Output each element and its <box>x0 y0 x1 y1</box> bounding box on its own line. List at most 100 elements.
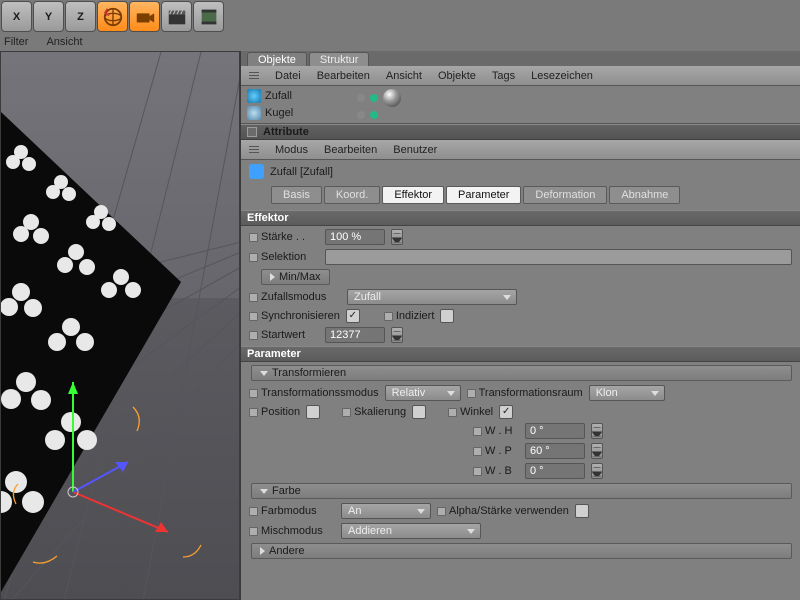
transformieren-group[interactable]: Transformieren <box>251 365 792 381</box>
axis-x-button[interactable]: X <box>1 1 32 32</box>
mischmodus-combo[interactable]: Addieren <box>341 523 481 539</box>
enable-dot-icon[interactable] <box>370 94 378 102</box>
skalierung-checkbox[interactable] <box>412 405 426 419</box>
position-checkbox[interactable] <box>306 405 320 419</box>
material-tag-icon[interactable] <box>383 89 401 107</box>
tree-label: Zufall <box>265 90 292 102</box>
minmax-group[interactable]: Min/Max <box>261 269 330 285</box>
tab-parameter[interactable]: Parameter <box>446 186 521 204</box>
mischmodus-label: Mischmodus <box>249 525 335 537</box>
tab-struktur[interactable]: Struktur <box>309 52 370 66</box>
menu-bearbeiten2[interactable]: Bearbeiten <box>324 144 377 156</box>
farbmodus-combo[interactable]: An <box>341 503 431 519</box>
transmodus-combo[interactable]: Relativ <box>385 385 461 401</box>
sphere-icon <box>247 106 261 120</box>
film-button[interactable] <box>193 1 224 32</box>
film-icon <box>198 6 220 28</box>
wb-label: W . B <box>473 465 519 477</box>
section-parameter: Parameter <box>241 346 800 362</box>
tree-item-zufall[interactable]: Zufall <box>247 89 345 103</box>
zufallsmodus-label: Zufallsmodus <box>249 291 341 303</box>
alpha-label: Alpha/Stärke verwenden <box>437 505 569 517</box>
attribute-title-label: Attribute <box>263 126 309 138</box>
world-toggle-button[interactable] <box>97 1 128 32</box>
farbmodus-label: Farbmodus <box>249 505 335 517</box>
alpha-checkbox[interactable] <box>575 504 589 518</box>
viewport-toolbar: X Y Z <box>0 0 800 33</box>
skalierung-label: Skalierung <box>342 406 406 418</box>
synchronisieren-label: Synchronisieren <box>249 310 340 322</box>
object-manager-menubar: Datei Bearbeiten Ansicht Objekte Tags Le… <box>241 66 800 86</box>
startwert-field[interactable]: 12377 <box>325 327 385 343</box>
transraum-combo[interactable]: Klon <box>589 385 665 401</box>
manager-tabs: Objekte Struktur <box>241 51 800 66</box>
menu-bearbeiten[interactable]: Bearbeiten <box>317 70 370 82</box>
transmodus-label: Transformationssmodus <box>249 387 379 399</box>
menu-lesezeichen[interactable]: Lesezeichen <box>531 70 593 82</box>
zufallsmodus-combo[interactable]: Zufall <box>347 289 517 305</box>
tab-objekte[interactable]: Objekte <box>247 52 307 66</box>
startwert-label: Startwert <box>249 329 319 341</box>
clapper-icon <box>166 6 188 28</box>
axis-y-button[interactable]: Y <box>33 1 64 32</box>
axis-z-button[interactable]: Z <box>65 1 96 32</box>
staerke-spinner[interactable] <box>391 229 403 245</box>
wh-label: W . H <box>473 425 519 437</box>
selektion-field[interactable] <box>325 249 792 265</box>
startwert-spinner[interactable] <box>391 327 403 343</box>
3d-viewport[interactable] <box>0 51 240 600</box>
clapper-button[interactable] <box>161 1 192 32</box>
farbe-group[interactable]: Farbe <box>251 483 792 499</box>
tab-effektor[interactable]: Effektor <box>382 186 444 204</box>
wp-field[interactable]: 60 ° <box>525 443 585 459</box>
grip-icon <box>249 146 259 153</box>
tab-basis[interactable]: Basis <box>271 186 322 204</box>
attribute-mode-tabs: Basis Koord. Effektor Parameter Deformat… <box>241 183 800 210</box>
layer-dot-icon[interactable] <box>357 94 365 102</box>
wh-spinner[interactable] <box>591 423 603 439</box>
attribute-panel-title: Attribute <box>241 124 800 140</box>
synchronisieren-checkbox[interactable] <box>346 309 360 323</box>
wb-spinner[interactable] <box>591 463 603 479</box>
indiziert-label: Indiziert <box>384 310 435 322</box>
menu-modus[interactable]: Modus <box>275 144 308 156</box>
globe-icon <box>102 6 124 28</box>
attribute-object-header: Zufall [Zufall] <box>241 160 800 183</box>
ansicht-menu[interactable]: Ansicht <box>46 36 82 48</box>
wh-field[interactable]: 0 ° <box>525 423 585 439</box>
object-tree: Zufall Kugel <box>241 86 800 124</box>
grip-icon <box>249 72 259 79</box>
tag-row <box>357 111 794 119</box>
staerke-label: Stärke . . <box>249 231 319 243</box>
tab-abnahme[interactable]: Abnahme <box>609 186 680 204</box>
section-effektor: Effektor <box>241 210 800 226</box>
menu-objekte[interactable]: Objekte <box>438 70 476 82</box>
camera-button[interactable] <box>129 1 160 32</box>
filter-menu[interactable]: Filter <box>4 36 28 48</box>
viewport-subtoolbar: Filter Ansicht <box>0 33 800 51</box>
layer-dot-icon[interactable] <box>357 111 365 119</box>
transraum-label: Transformationsraum <box>467 387 583 399</box>
tab-deformation[interactable]: Deformation <box>523 186 607 204</box>
tab-koord[interactable]: Koord. <box>324 186 380 204</box>
tree-item-kugel[interactable]: Kugel <box>247 106 345 120</box>
menu-benutzer[interactable]: Benutzer <box>393 144 437 156</box>
wb-field[interactable]: 0 ° <box>525 463 585 479</box>
menu-ansicht[interactable]: Ansicht <box>386 70 422 82</box>
menu-datei[interactable]: Datei <box>275 70 301 82</box>
attribute-menubar: Modus Bearbeiten Benutzer <box>241 140 800 160</box>
winkel-checkbox[interactable] <box>499 405 513 419</box>
wp-label: W . P <box>473 445 519 457</box>
menu-tags[interactable]: Tags <box>492 70 515 82</box>
staerke-field[interactable]: 100 % <box>325 229 385 245</box>
indiziert-checkbox[interactable] <box>440 309 454 323</box>
camera-icon <box>134 6 156 28</box>
tree-label: Kugel <box>265 107 293 119</box>
andere-group[interactable]: Andere <box>251 543 792 559</box>
attribute-object-name: Zufall [Zufall] <box>270 166 333 178</box>
panel-toggle-icon[interactable] <box>247 127 257 137</box>
effector-icon <box>247 89 261 103</box>
selektion-label: Selektion <box>249 251 319 263</box>
wp-spinner[interactable] <box>591 443 603 459</box>
enable-dot-icon[interactable] <box>370 111 378 119</box>
